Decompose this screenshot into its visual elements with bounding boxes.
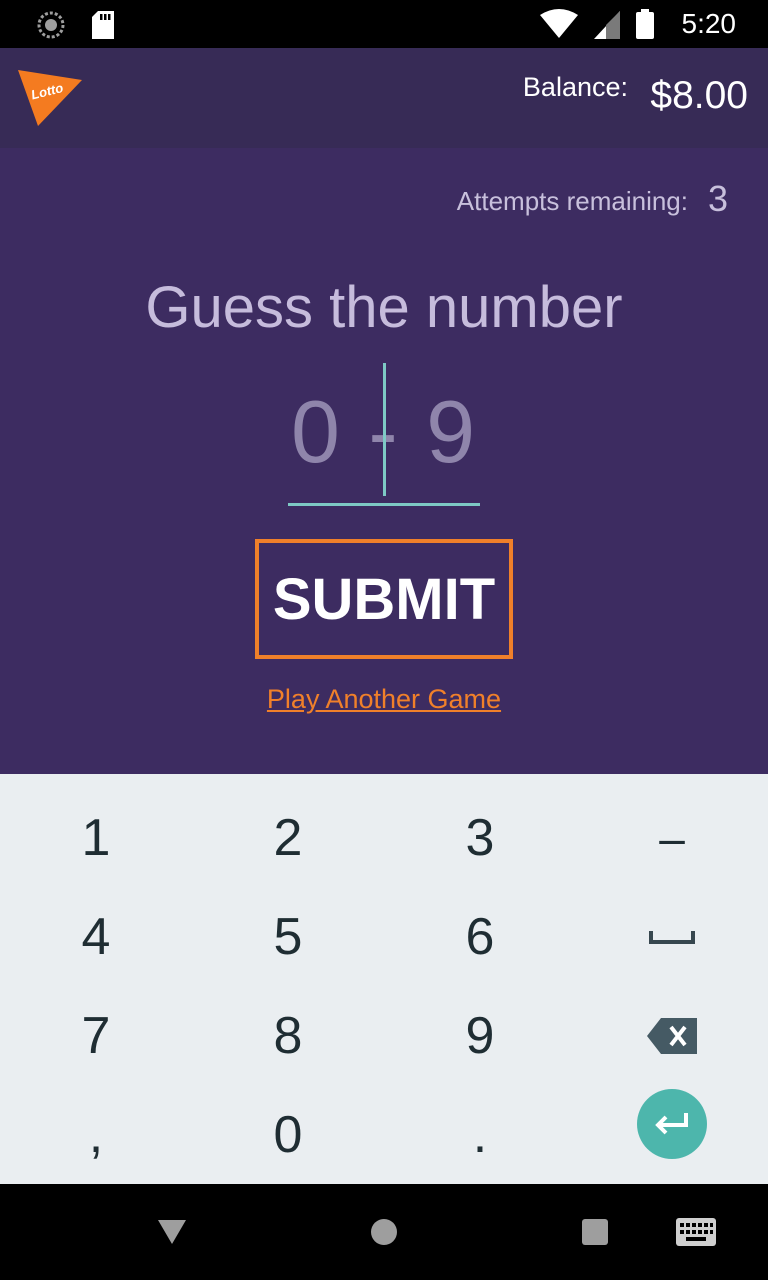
key-comma[interactable]: , — [0, 1085, 192, 1185]
key-7[interactable]: 7 — [0, 986, 192, 1086]
lotto-logo[interactable]: Lotto — [18, 68, 82, 128]
app-bar: Lotto Balance: $8.00 — [0, 48, 768, 148]
key-8[interactable]: 8 — [192, 986, 384, 1086]
key-space[interactable] — [576, 887, 768, 987]
numeric-keyboard: 1 2 3 – 4 5 6 7 8 9 , 0 . — [0, 774, 768, 1184]
game-area: Attempts remaining: 3 Guess the number 0… — [0, 148, 768, 774]
recents-icon[interactable] — [582, 1219, 608, 1245]
key-6[interactable]: 6 — [384, 887, 576, 987]
status-time: 5:20 — [681, 8, 737, 39]
enter-icon — [655, 1113, 688, 1135]
balance-label: Balance: — [522, 72, 628, 102]
wifi-icon — [539, 9, 578, 38]
loading-icon — [37, 11, 65, 39]
balance-value: $8.00 — [650, 74, 748, 117]
key-0[interactable]: 0 — [192, 1085, 384, 1185]
navigation-bar — [0, 1184, 768, 1280]
attempts-label: Attempts remaining: — [456, 186, 688, 216]
signal-icon — [593, 11, 620, 39]
key-9[interactable]: 9 — [384, 986, 576, 1086]
play-another-game-link[interactable]: Play Another Game — [0, 684, 768, 715]
key-minus[interactable]: – — [576, 788, 768, 888]
key-5[interactable]: 5 — [192, 887, 384, 987]
page-title: Guess the number — [145, 275, 623, 340]
key-1[interactable]: 1 — [0, 788, 192, 888]
keyboard-icon[interactable] — [676, 1218, 716, 1246]
key-4[interactable]: 4 — [0, 887, 192, 987]
guess-input[interactable]: 0 - 9 — [288, 363, 480, 506]
key-3[interactable]: 3 — [384, 788, 576, 888]
text-cursor — [383, 363, 386, 496]
sd-card-icon — [92, 11, 114, 39]
submit-button[interactable]: SUBMIT — [255, 539, 513, 659]
attempts-value: 3 — [707, 178, 728, 219]
battery-icon — [635, 9, 654, 39]
key-2[interactable]: 2 — [192, 788, 384, 888]
home-icon[interactable] — [370, 1218, 398, 1246]
key-period[interactable]: . — [384, 1085, 576, 1185]
key-enter[interactable] — [576, 1074, 768, 1174]
back-icon[interactable] — [158, 1220, 186, 1244]
enter-button-circle — [637, 1089, 707, 1159]
key-backspace[interactable] — [576, 986, 768, 1086]
backspace-icon — [647, 1018, 697, 1054]
space-icon — [649, 931, 695, 944]
status-bar: 5:20 — [0, 0, 768, 48]
